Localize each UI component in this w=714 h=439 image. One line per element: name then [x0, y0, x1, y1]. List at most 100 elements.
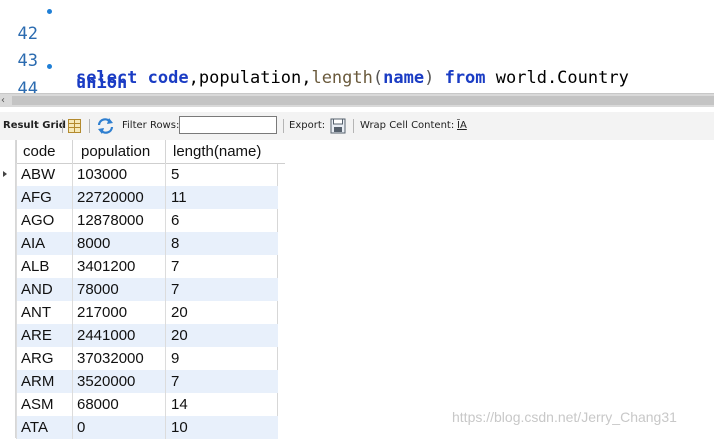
table-row[interactable]: AIA 8000 8: [0, 232, 714, 255]
code-token: world.Country: [485, 68, 629, 88]
code-token: name: [383, 68, 425, 88]
wrap-text-icon[interactable]: ĪA: [457, 112, 467, 140]
cell-population[interactable]: 78000: [72, 278, 165, 301]
table-row[interactable]: AGO 12878000 6: [0, 209, 714, 232]
cell-length-name[interactable]: 20: [165, 301, 277, 324]
code-line-43[interactable]: 43 union: [0, 28, 128, 93]
cell-population[interactable]: 103000: [72, 163, 165, 186]
cell-population[interactable]: 217000: [72, 301, 165, 324]
code-token: code: [147, 68, 189, 88]
cell-population[interactable]: 12878000: [72, 209, 165, 232]
cell-code[interactable]: ABW: [16, 163, 72, 186]
code-line-44[interactable]: 44 select countrycode,Population,length(…: [0, 56, 680, 143]
row-cells: AFG 22720000 11: [16, 186, 278, 209]
cell-length-name[interactable]: 6: [165, 209, 277, 232]
row-cells: ASM 68000 14: [16, 393, 278, 416]
code-token: ): [424, 68, 435, 88]
cell-length-name[interactable]: 14: [165, 393, 277, 416]
row-cells: ARM 3520000 7: [16, 370, 278, 393]
export-label: Export:: [289, 120, 326, 131]
table-row[interactable]: ARG 37032000 9: [0, 347, 714, 370]
row-cells: ANT 217000 20: [16, 301, 278, 324]
cell-length-name[interactable]: 9: [165, 347, 277, 370]
scrollbar-thumb[interactable]: [12, 96, 714, 105]
cell-code[interactable]: AFG: [16, 186, 72, 209]
filter-rows-label: Filter Rows:: [122, 120, 180, 131]
scroll-left-icon[interactable]: ‹: [1, 94, 5, 107]
cell-population[interactable]: 0: [72, 416, 165, 439]
cell-code[interactable]: AND: [16, 278, 72, 301]
row-cells: ARG 37032000 9: [16, 347, 278, 370]
table-row[interactable]: ALB 3401200 7: [0, 255, 714, 278]
cell-population[interactable]: 68000: [72, 393, 165, 416]
statement-marker-icon: [47, 64, 52, 69]
code-token: length: [311, 68, 373, 88]
table-row[interactable]: ARM 3520000 7: [0, 370, 714, 393]
cell-code[interactable]: AIA: [16, 232, 72, 255]
table-row[interactable]: ARE 2441000 20: [0, 324, 714, 347]
toolbar-divider: [89, 119, 90, 133]
grid-view-icon[interactable]: [68, 119, 81, 133]
cell-population[interactable]: 3520000: [72, 370, 165, 393]
watermark: https://blog.csdn.net/Jerry_Chang31: [452, 409, 677, 425]
cell-length-name[interactable]: 7: [165, 255, 277, 278]
table-row[interactable]: AND 78000 7: [0, 278, 714, 301]
cell-code[interactable]: ARG: [16, 347, 72, 370]
cell-population[interactable]: 22720000: [72, 186, 165, 209]
toolbar-divider: [62, 119, 63, 133]
cell-code[interactable]: ANT: [16, 301, 72, 324]
cell-length-name[interactable]: 20: [165, 324, 277, 347]
table-row[interactable]: ANT 217000 20: [0, 301, 714, 324]
column-header-code[interactable]: code: [16, 140, 79, 164]
code-line-42[interactable]: 42 select code,population,length(name) f…: [0, 1, 629, 88]
row-cells: ATA 0 10: [16, 416, 278, 439]
cell-population[interactable]: 8000: [72, 232, 165, 255]
cell-code[interactable]: ARE: [16, 324, 72, 347]
code-token: ,population,: [188, 68, 312, 88]
cell-length-name[interactable]: 5: [165, 163, 277, 186]
row-cells: AIA 8000 8: [16, 232, 278, 255]
cell-population[interactable]: 3401200: [72, 255, 165, 278]
cell-population[interactable]: 37032000: [72, 347, 165, 370]
result-grid[interactable]: code population length(name) ABW 103000 5 A…: [0, 140, 714, 439]
cell-code[interactable]: ARM: [16, 370, 72, 393]
table-row[interactable]: AFG 22720000 11: [0, 186, 714, 209]
result-grid-tab[interactable]: Result Grid: [3, 112, 66, 140]
column-header-population[interactable]: population: [72, 140, 174, 164]
statement-marker-icon: [47, 9, 52, 14]
cell-code[interactable]: ASM: [16, 393, 72, 416]
cell-length-name[interactable]: 8: [165, 232, 277, 255]
row-cells: AGO 12878000 6: [16, 209, 278, 232]
code-token: from: [444, 68, 486, 88]
cell-length-name[interactable]: 7: [165, 370, 277, 393]
toolbar-divider: [283, 119, 284, 133]
sql-editor[interactable]: 42 select code,population,length(name) f…: [0, 0, 714, 143]
cell-code[interactable]: AGO: [16, 209, 72, 232]
cell-population[interactable]: 2441000: [72, 324, 165, 347]
cell-length-name[interactable]: 7: [165, 278, 277, 301]
row-cells: ABW 103000 5: [16, 163, 278, 186]
row-cells: ARE 2441000 20: [16, 324, 278, 347]
cell-code[interactable]: ALB: [16, 255, 72, 278]
filter-rows-input[interactable]: [179, 116, 277, 134]
wrap-cell-content-label: Wrap Cell Content:: [360, 120, 455, 131]
column-header-length-name[interactable]: length(name): [165, 140, 285, 164]
toolbar-divider: [353, 119, 354, 133]
table-row[interactable]: ABW 103000 5: [0, 163, 714, 186]
row-cells: AND 78000 7: [16, 278, 278, 301]
current-row-indicator-icon: [3, 171, 7, 177]
code-text[interactable]: select code,population,length(name) from…: [76, 67, 629, 89]
cell-code[interactable]: ATA: [16, 416, 72, 439]
code-token: union: [76, 73, 128, 93]
result-toolbar: Result Grid Filter Rows: Export: Wrap Ce…: [0, 112, 714, 140]
cell-length-name[interactable]: 11: [165, 186, 277, 209]
export-icon[interactable]: [330, 118, 346, 134]
row-cells: ALB 3401200 7: [16, 255, 278, 278]
code-text[interactable]: union: [76, 72, 127, 94]
refresh-filter-icon[interactable]: [97, 118, 114, 134]
editor-horizontal-scrollbar[interactable]: ‹: [0, 93, 714, 107]
cell-length-name[interactable]: 10: [165, 416, 277, 439]
code-token: (: [372, 68, 384, 88]
